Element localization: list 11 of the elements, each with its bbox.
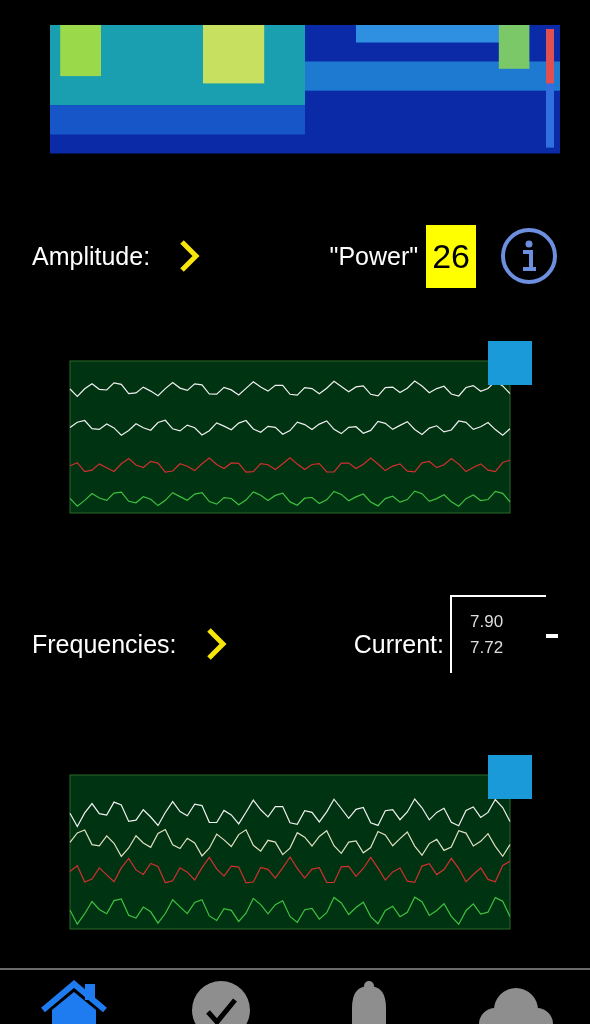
power-label: "Power" [329,241,419,271]
current-value: 7.90 [470,612,504,632]
amplitude-label: Amplitude: [32,241,151,271]
power-value: 26 [426,224,476,288]
chevron-right-icon[interactable] [204,627,227,661]
current-label: Current: [353,629,444,659]
current-value: 7.72 [470,638,504,658]
chevron-right-icon[interactable] [178,239,201,273]
info-icon[interactable] [500,227,558,285]
frequencies-label: Frequencies: [32,629,177,659]
home-icon [38,980,109,1024]
